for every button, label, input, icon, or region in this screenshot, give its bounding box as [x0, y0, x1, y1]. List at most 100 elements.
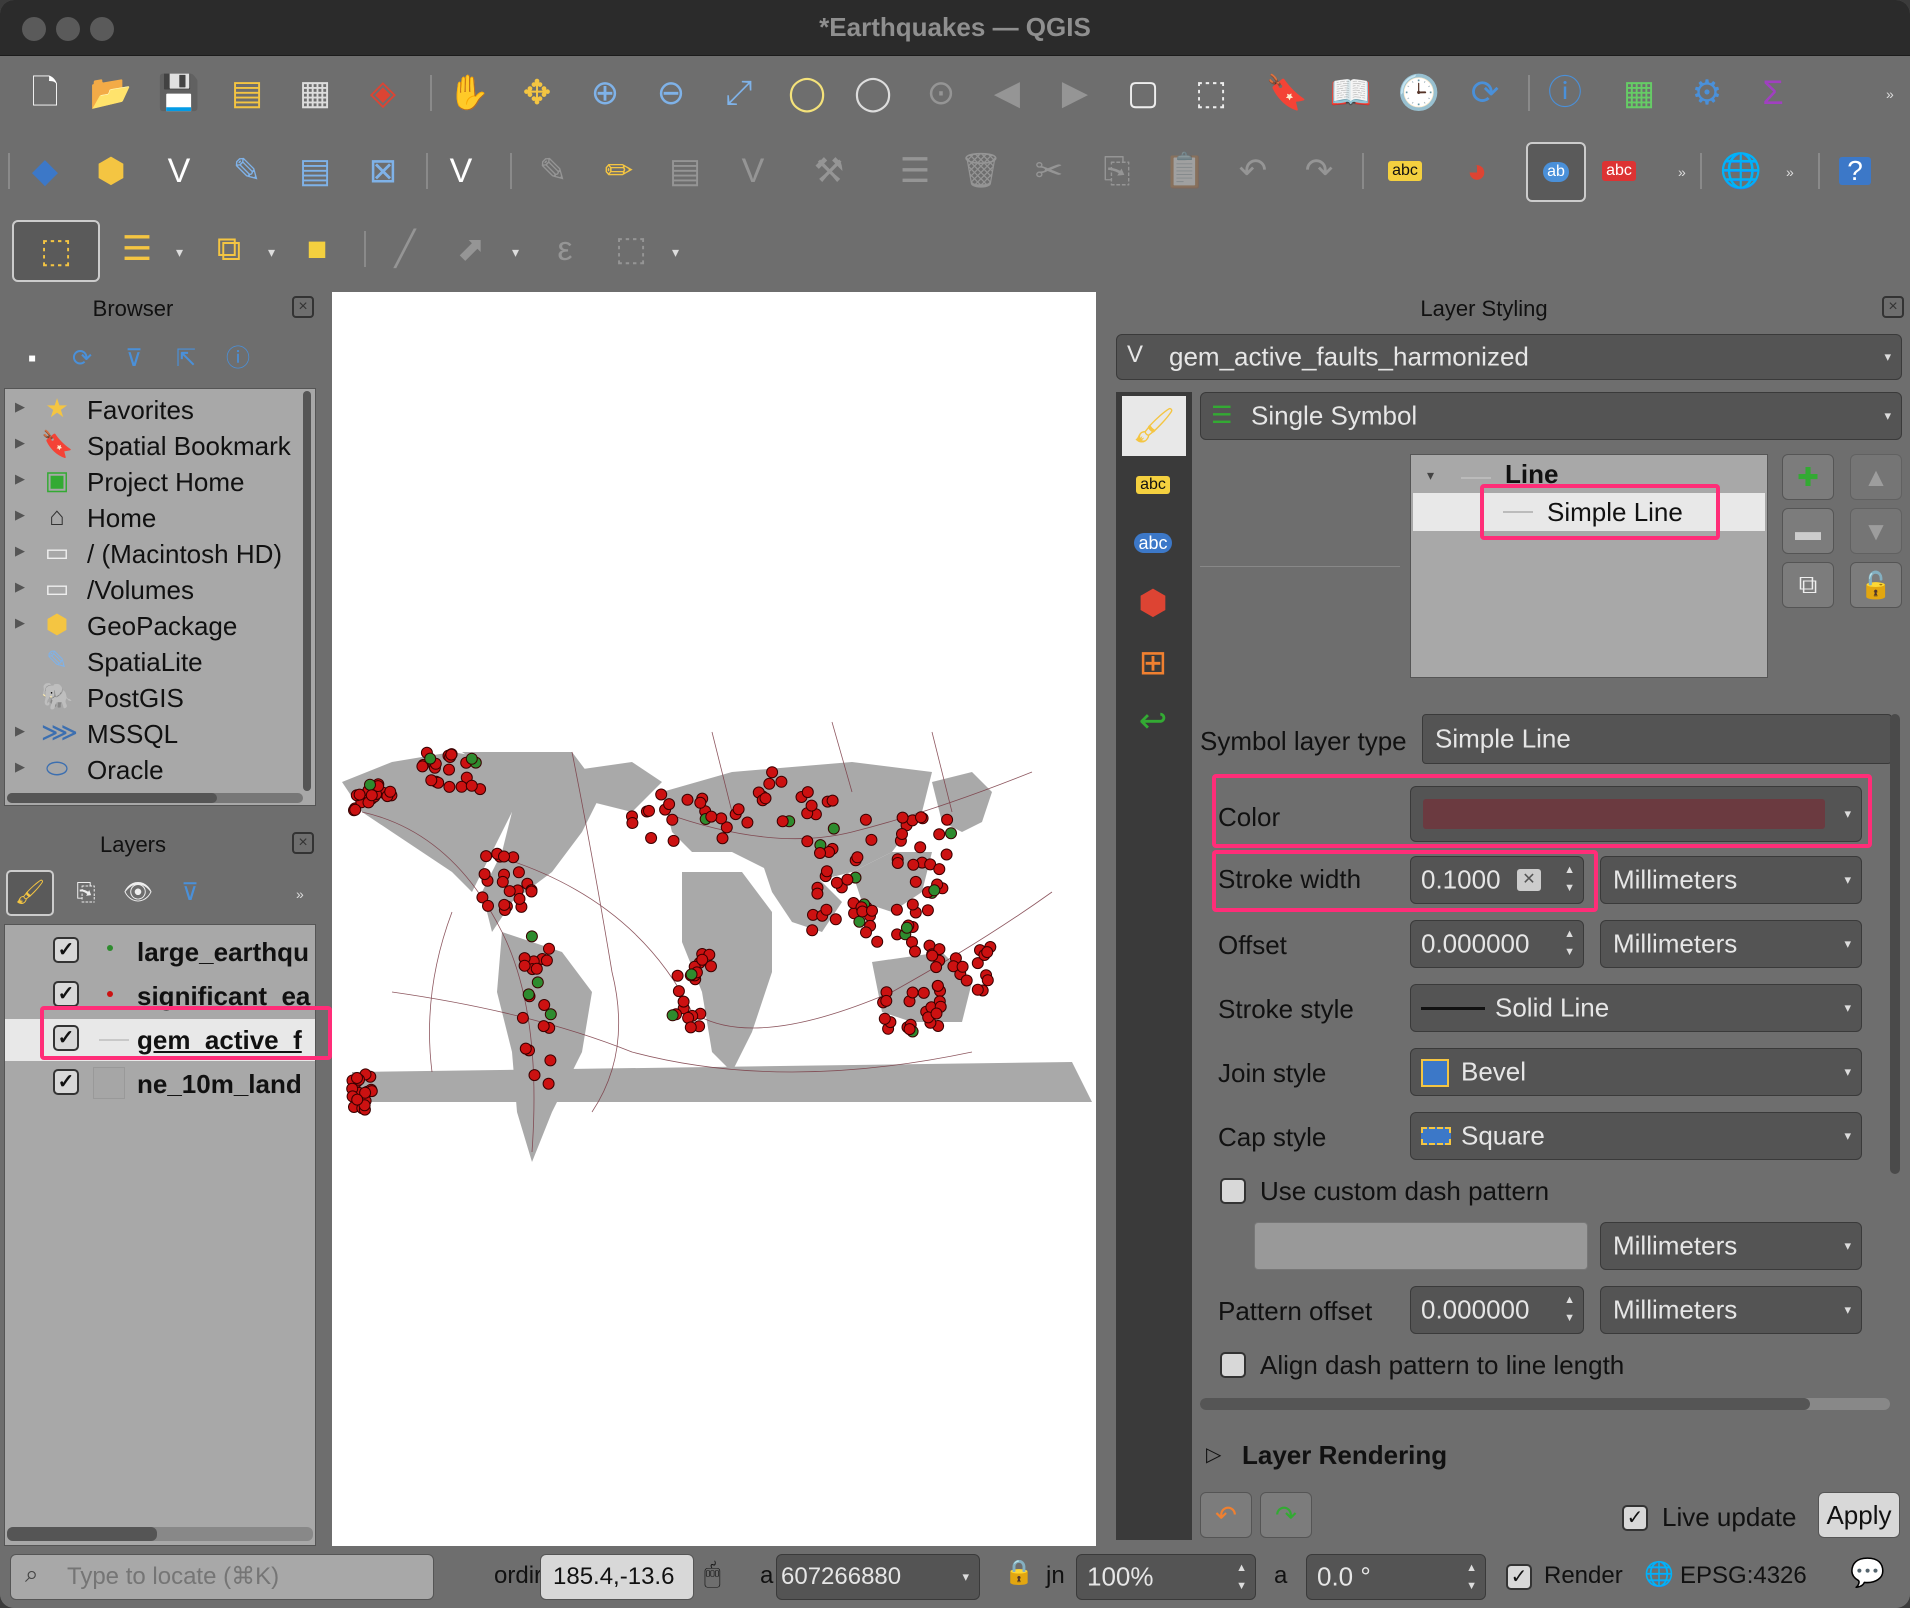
- renderer-dropdown[interactable]: ☰ Single Symbol ▾: [1200, 392, 1902, 440]
- pattern-offset-spinbox[interactable]: 0.000000 ▲ ▼: [1410, 1286, 1584, 1334]
- offset-unit-dropdown[interactable]: Millimeters ▾: [1600, 920, 1862, 968]
- move-down-icon[interactable]: ▼: [1850, 508, 1902, 554]
- print-layout-icon[interactable]: ▤: [222, 68, 272, 118]
- zoom-next-icon[interactable]: ▶: [1050, 68, 1100, 118]
- diagram-toolbar-icon[interactable]: ◕: [1452, 146, 1502, 196]
- pan-hand-icon[interactable]: ✋: [444, 68, 494, 118]
- locator-bar[interactable]: ⌕: [10, 1554, 434, 1600]
- select-by-location-icon[interactable]: ■: [292, 224, 342, 274]
- zoom-to-selection-icon[interactable]: ◯: [782, 68, 832, 118]
- statistics-icon[interactable]: Σ: [1748, 68, 1798, 118]
- live-update-checkbox[interactable]: ✓: [1622, 1505, 1648, 1531]
- copy-features-icon[interactable]: ⎘: [1092, 146, 1142, 196]
- new-3d-view-icon[interactable]: ⬚: [1186, 68, 1236, 118]
- new-bookmark-icon[interactable]: 🔖: [1262, 68, 1312, 118]
- symbology-tab-icon[interactable]: 🖌: [1122, 396, 1186, 456]
- render-checkbox[interactable]: ✓: [1506, 1564, 1532, 1590]
- coordinate-field[interactable]: 185.4,-13.6: [540, 1554, 694, 1600]
- lock-color-icon[interactable]: 🔓: [1850, 562, 1902, 608]
- redo-style-icon[interactable]: ↷: [1260, 1492, 1312, 1538]
- properties-hscrollbar[interactable]: [1200, 1398, 1890, 1410]
- browser-item-project-home[interactable]: ▶ ▣ Project Home: [5, 463, 305, 499]
- select-features-icon[interactable]: ⬚: [12, 220, 100, 282]
- help-icon[interactable]: ?: [1830, 146, 1880, 196]
- browser-hscrollbar[interactable]: [7, 793, 303, 803]
- crs-globe-icon[interactable]: 🌐: [1644, 1560, 1674, 1589]
- processing-toolbox-icon[interactable]: ⚙: [1682, 68, 1732, 118]
- temporal-controller-icon[interactable]: 🕒: [1394, 68, 1444, 118]
- dash-unit-dropdown[interactable]: Millimeters ▾: [1600, 1222, 1862, 1270]
- attributes-form-icon[interactable]: ⬚: [606, 224, 656, 274]
- new-virtual-layer-icon[interactable]: ⊠: [358, 146, 408, 196]
- crs-button[interactable]: EPSG:4326: [1680, 1562, 1807, 1590]
- layers-close-icon[interactable]: ×: [292, 832, 314, 854]
- dash-pattern-button[interactable]: [1254, 1222, 1588, 1270]
- undo-style-icon[interactable]: ↶: [1200, 1492, 1252, 1538]
- manage-visibility-icon[interactable]: 👁: [116, 868, 160, 918]
- layers-hscrollbar[interactable]: [7, 1527, 313, 1541]
- browser-filter-icon[interactable]: ⊽: [116, 334, 152, 384]
- browser-item-volumes[interactable]: ▶ ▭/Volumes: [5, 571, 305, 607]
- properties-vscrollbar[interactable]: [1890, 714, 1900, 1174]
- layer-item-ne-10m-land[interactable]: ✓ ne_10m_land: [5, 1063, 315, 1105]
- toggle-editing-icon[interactable]: ✏: [594, 146, 644, 196]
- browser-item-home[interactable]: ▶ ⌂ Home: [5, 499, 305, 535]
- browser-refresh-icon[interactable]: ⟳: [64, 334, 100, 384]
- zoom-in-icon[interactable]: ⊕: [580, 68, 630, 118]
- new-spatialite-layer-icon[interactable]: ✎: [222, 146, 272, 196]
- locator-input[interactable]: [67, 1561, 417, 1593]
- browser-close-icon[interactable]: ×: [292, 296, 314, 318]
- layer-select-dropdown[interactable]: V gem_active_faults_harmonized ▾: [1116, 334, 1902, 380]
- layer-item-large-earthquakes[interactable]: ✓ large_earthqu: [5, 931, 315, 973]
- pan-to-selection-icon[interactable]: ✥: [512, 68, 562, 118]
- align-dash-checkbox[interactable]: [1220, 1352, 1246, 1378]
- cut-features-icon[interactable]: ✂: [1024, 146, 1074, 196]
- save-edits-icon[interactable]: ▤: [660, 146, 710, 196]
- messages-icon[interactable]: 💬: [1850, 1556, 1885, 1589]
- vertex-tool-icon[interactable]: ⚒: [804, 146, 854, 196]
- move-up-icon[interactable]: ▲: [1850, 454, 1902, 500]
- zoom-last-icon[interactable]: ◀: [982, 68, 1032, 118]
- layer-rendering-label[interactable]: Layer Rendering: [1242, 1440, 1447, 1471]
- browser-item-macintosh-hd[interactable]: ▶ ▭ / (Macintosh HD): [5, 535, 305, 571]
- 3d-view-tab-icon[interactable]: ⬢: [1128, 578, 1178, 628]
- browser-item-oracle[interactable]: ▶ ⬭ Oracle: [5, 751, 305, 787]
- undo-icon[interactable]: ↶: [1228, 146, 1278, 196]
- data-source-manager-icon[interactable]: ◆: [20, 146, 70, 196]
- stroke-width-unit-dropdown[interactable]: Millimeters ▾: [1600, 856, 1862, 904]
- layer-visibility-checkbox[interactable]: ✓: [53, 937, 79, 963]
- pattern-offset-unit-dropdown[interactable]: Millimeters ▾: [1600, 1286, 1862, 1334]
- toolbar-overflow-icon[interactable]: »: [1886, 86, 1894, 102]
- browser-item-spatial-bookmarks[interactable]: ▶ 🔖 Spatial Bookmark: [5, 427, 305, 463]
- show-hide-labels-icon[interactable]: abc: [1594, 146, 1644, 196]
- styling-close-icon[interactable]: ×: [1882, 296, 1904, 318]
- collapse-all-icon[interactable]: ⇱: [168, 334, 204, 384]
- layout-manager-icon[interactable]: ▦: [290, 68, 340, 118]
- labels-tab-icon[interactable]: abc: [1128, 460, 1178, 510]
- add-symbol-layer-icon[interactable]: ✚: [1782, 454, 1834, 500]
- remove-symbol-layer-icon[interactable]: ▬: [1782, 508, 1834, 554]
- current-edits-icon[interactable]: ✎: [528, 146, 578, 196]
- attribute-table-icon[interactable]: ▦: [1614, 68, 1664, 118]
- select-by-value-icon[interactable]: ☰: [112, 224, 162, 274]
- duplicate-symbol-layer-icon[interactable]: ⧉: [1782, 562, 1834, 608]
- zoom-to-layer-icon[interactable]: ◯: [848, 68, 898, 118]
- filter-legend-icon[interactable]: ⊽: [168, 868, 212, 918]
- browser-item-mssql[interactable]: ▶ ⋙ MSSQL: [5, 715, 305, 751]
- browser-item-favorites[interactable]: ▶ ★ Favorites: [5, 391, 305, 427]
- zoom-out-icon[interactable]: ⊖: [646, 68, 696, 118]
- offset-spinbox[interactable]: 0.000000 ▲ ▼: [1410, 920, 1584, 968]
- identify-features-icon[interactable]: ⬈: [446, 224, 496, 274]
- label-toolbar-icon[interactable]: abc: [1380, 146, 1430, 196]
- apply-button[interactable]: Apply: [1818, 1492, 1900, 1538]
- browser-vscrollbar[interactable]: [303, 391, 311, 791]
- scale-dropdown[interactable]: 607266880 ▾: [776, 1554, 980, 1600]
- symbol-layer-type-dropdown[interactable]: Simple Line: [1422, 714, 1892, 764]
- zoom-full-icon[interactable]: ⤢: [714, 68, 764, 118]
- expand-arrow-icon[interactable]: ▷: [1206, 1442, 1221, 1467]
- add-selected-layers-icon[interactable]: ▪: [14, 334, 50, 384]
- browser-item-spatialite[interactable]: ✎ SpatiaLite: [5, 643, 305, 679]
- expression-icon[interactable]: ε: [540, 224, 590, 274]
- diagrams-tab-icon[interactable]: ⊞: [1128, 638, 1178, 688]
- history-tab-icon[interactable]: ↩: [1128, 696, 1178, 746]
